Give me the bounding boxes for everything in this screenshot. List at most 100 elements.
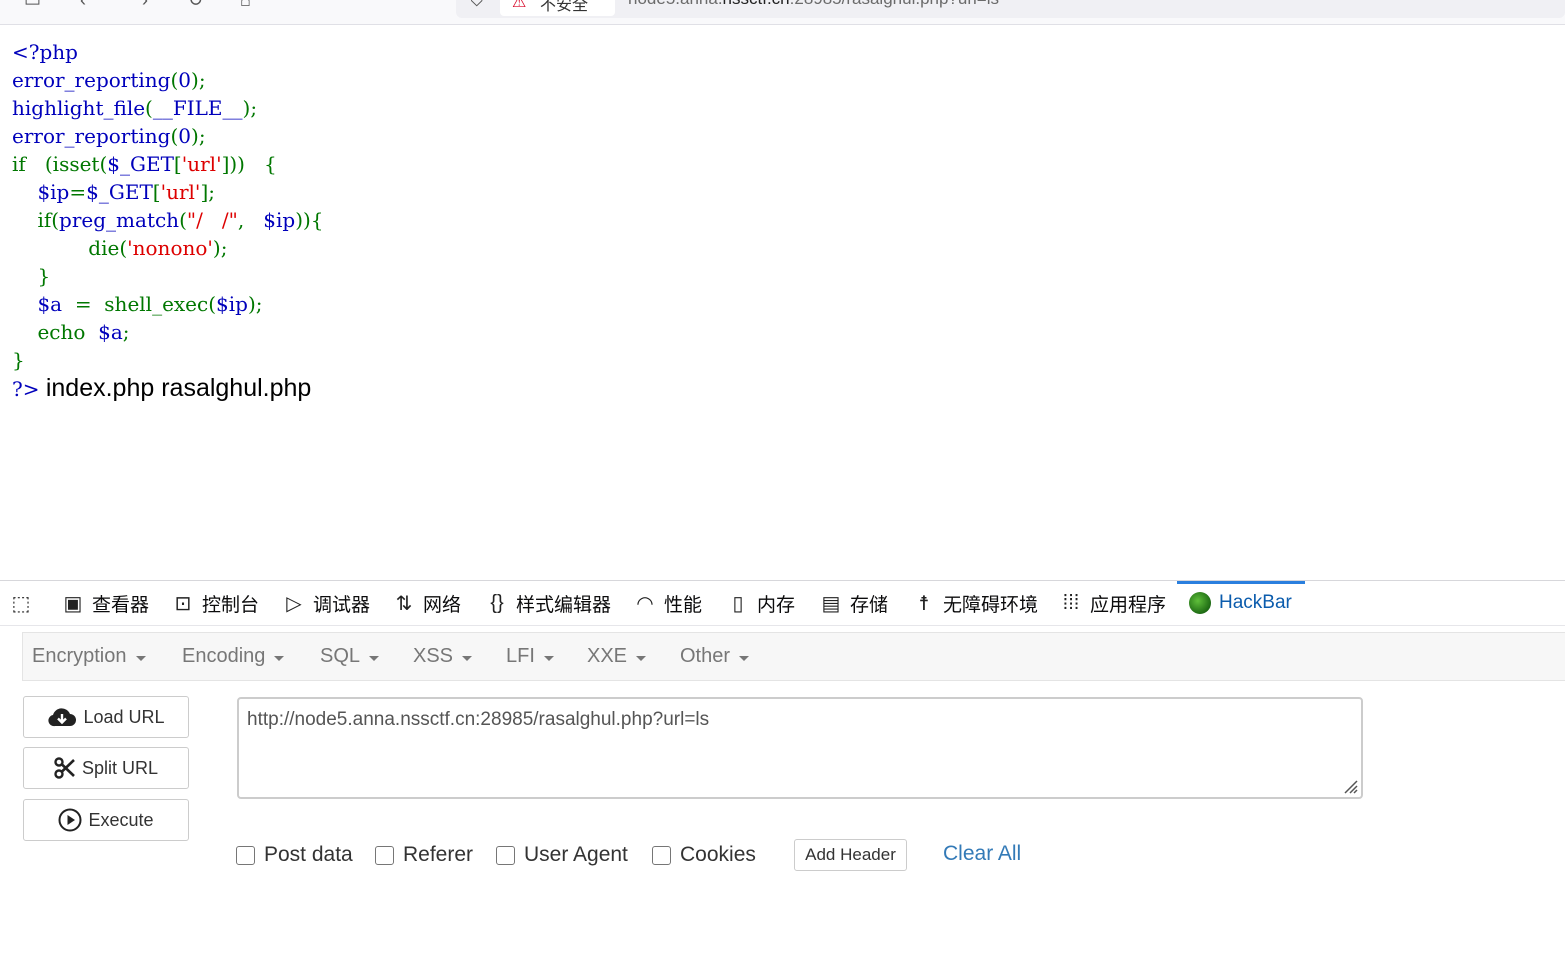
performance-icon: ◠ <box>636 592 654 615</box>
tab-performance[interactable]: ◠ 性能 <box>634 581 702 625</box>
caret-down-icon <box>369 655 380 661</box>
user-agent-option[interactable]: User Agent <box>496 840 628 870</box>
tab-label: 应用程序 <box>1090 594 1167 616</box>
menu-xxe[interactable]: XXE <box>587 633 647 680</box>
element-picker-button[interactable]: ⬚ <box>10 581 32 625</box>
url-host: nssctf.cn <box>723 0 790 8</box>
tab-debugger[interactable]: ▷ 调试器 <box>283 581 370 625</box>
network-icon: ⇅ <box>395 592 413 615</box>
tab-inspector[interactable]: ▣ 查看器 <box>62 581 149 625</box>
tab-label: 性能 <box>664 594 703 616</box>
picker-icon: ⬚ <box>11 592 31 615</box>
referer-option[interactable]: Referer <box>375 840 473 870</box>
menu-sql[interactable]: SQL <box>320 633 380 680</box>
console-icon: ⊡ <box>174 592 192 615</box>
style-editor-icon: {} <box>490 591 504 614</box>
tab-hackbar[interactable]: HackBar <box>1177 581 1305 622</box>
referer-checkbox[interactable] <box>375 845 394 865</box>
cookies-option[interactable]: Cookies <box>652 840 756 870</box>
menu-label: LFI <box>506 645 535 667</box>
tab-storage[interactable]: ▤ 存储 <box>820 581 888 625</box>
tab-label: 网络 <box>423 594 462 616</box>
reload-icon[interactable]: ↻ <box>188 0 203 11</box>
menu-label: Other <box>680 645 731 667</box>
tab-label: HackBar <box>1219 592 1292 613</box>
url-prefix: node5.anna. <box>628 0 723 8</box>
sidebar-icon[interactable]: ▭ <box>24 0 41 11</box>
tab-label: 调试器 <box>313 594 371 616</box>
button-label: Load URL <box>83 706 165 727</box>
tab-label: 控制台 <box>202 594 260 616</box>
menu-other[interactable]: Other <box>680 633 750 680</box>
scissors-icon <box>54 757 75 779</box>
tab-label: 查看器 <box>92 594 150 616</box>
tab-label: 内存 <box>757 594 796 616</box>
caret-down-icon <box>135 655 146 661</box>
code-line-5: if (isset($_GET['url'])) { <box>12 152 277 176</box>
menu-lfi[interactable]: LFI <box>506 633 554 680</box>
user-agent-checkbox[interactable] <box>496 845 515 865</box>
memory-icon: ▯ <box>732 592 744 615</box>
caret-down-icon <box>739 655 750 661</box>
menu-xss[interactable]: XSS <box>413 633 473 680</box>
code-line-4: error_reporting(0); <box>12 124 206 148</box>
insecure-lock-icon: ⚠ <box>512 0 527 11</box>
accessibility-icon: ☨ <box>918 592 930 615</box>
post-data-option[interactable]: Post data <box>236 840 353 870</box>
tab-network[interactable]: ⇅ 网络 <box>393 581 461 625</box>
shield-icon[interactable]: ⛉ <box>470 0 484 11</box>
tab-label: 样式编辑器 <box>516 594 612 616</box>
tab-application[interactable]: ⁞⁞⁞ 应用程序 <box>1060 581 1166 625</box>
storage-icon: ▤ <box>821 592 841 615</box>
code-line-9: } <box>37 264 51 288</box>
home-icon[interactable]: ⌂ <box>240 0 251 11</box>
hackbar-logo-icon <box>1189 592 1211 614</box>
insecure-badge[interactable]: ⚠ 不安全 <box>500 0 615 16</box>
back-icon[interactable]: ‹ <box>80 0 86 11</box>
url-value: http://node5.anna.nssctf.cn:28985/rasalg… <box>247 709 710 730</box>
caret-down-icon <box>543 655 554 661</box>
url-textarea[interactable]: http://node5.anna.nssctf.cn:28985/rasalg… <box>237 697 1363 799</box>
menu-label: SQL <box>320 645 361 667</box>
php-source: <?php error_reporting(0); highlight_file… <box>12 38 324 403</box>
code-line-10: $a = shell_exec($ip); <box>37 292 263 316</box>
tab-style-editor[interactable]: {} 样式编辑器 <box>486 581 611 625</box>
application-icon: ⁞⁞⁞ <box>1062 591 1080 614</box>
code-line-11: echo $a; <box>37 320 130 344</box>
tab-console[interactable]: ⊡ 控制台 <box>172 581 259 625</box>
menu-label: Encryption <box>32 645 127 667</box>
caret-down-icon <box>274 655 285 661</box>
tab-memory[interactable]: ▯ 内存 <box>727 581 795 625</box>
add-header-button[interactable]: Add Header <box>794 839 907 871</box>
url-suffix: :28985/rasalghul.php?url=ls <box>790 0 999 8</box>
caret-down-icon <box>636 655 647 661</box>
menu-encoding[interactable]: Encoding <box>182 633 285 680</box>
resize-grip-icon[interactable] <box>1340 776 1358 794</box>
option-label: Post data <box>264 843 353 866</box>
address-bar[interactable] <box>456 0 1565 18</box>
load-url-button[interactable]: Load URL <box>23 696 189 738</box>
cookies-checkbox[interactable] <box>652 845 671 865</box>
code-line-1: <?php <box>12 40 78 64</box>
button-label: Split URL <box>81 757 159 778</box>
devtools-tabbar: ⬚ ▣ 查看器 ⊡ 控制台 ▷ 调试器 ⇅ 网络 {} 样式编辑器 ◠ 性能 ▯… <box>0 581 1565 626</box>
execute-button[interactable]: Execute <box>23 799 189 841</box>
split-url-button[interactable]: Split URL <box>23 747 189 789</box>
clear-all-link[interactable]: Clear All <box>943 842 1021 866</box>
caret-down-icon <box>462 655 473 661</box>
code-line-7: if(preg_match("/ /", $ip)){ <box>37 208 324 232</box>
insecure-label: 不安全 <box>540 0 589 14</box>
code-line-3: highlight_file(__FILE__); <box>12 96 258 120</box>
code-line-8: die('nonono'); <box>88 236 228 260</box>
post-data-checkbox[interactable] <box>236 845 255 865</box>
code-line-6: $ip=$_GET['url']; <box>37 180 215 204</box>
cloud-download-icon <box>48 708 77 727</box>
address-text[interactable]: node5.anna.nssctf.cn:28985/rasalghul.php… <box>628 0 999 9</box>
menu-encryption[interactable]: Encryption <box>32 633 146 680</box>
code-line-2: error_reporting(0); <box>12 68 206 92</box>
option-label: Cookies <box>680 843 756 866</box>
tab-accessibility[interactable]: ☨ 无障碍环境 <box>913 581 1038 625</box>
forward-icon[interactable]: › <box>142 0 148 11</box>
hackbar-menu: Encryption Encoding SQL XSS LFI XXE Othe… <box>22 632 1565 681</box>
browser-toolbar: ▭ ‹ › ↻ ⌂ ⛉ ⚠ 不安全 node5.anna.nssctf.cn:2… <box>0 0 1565 25</box>
